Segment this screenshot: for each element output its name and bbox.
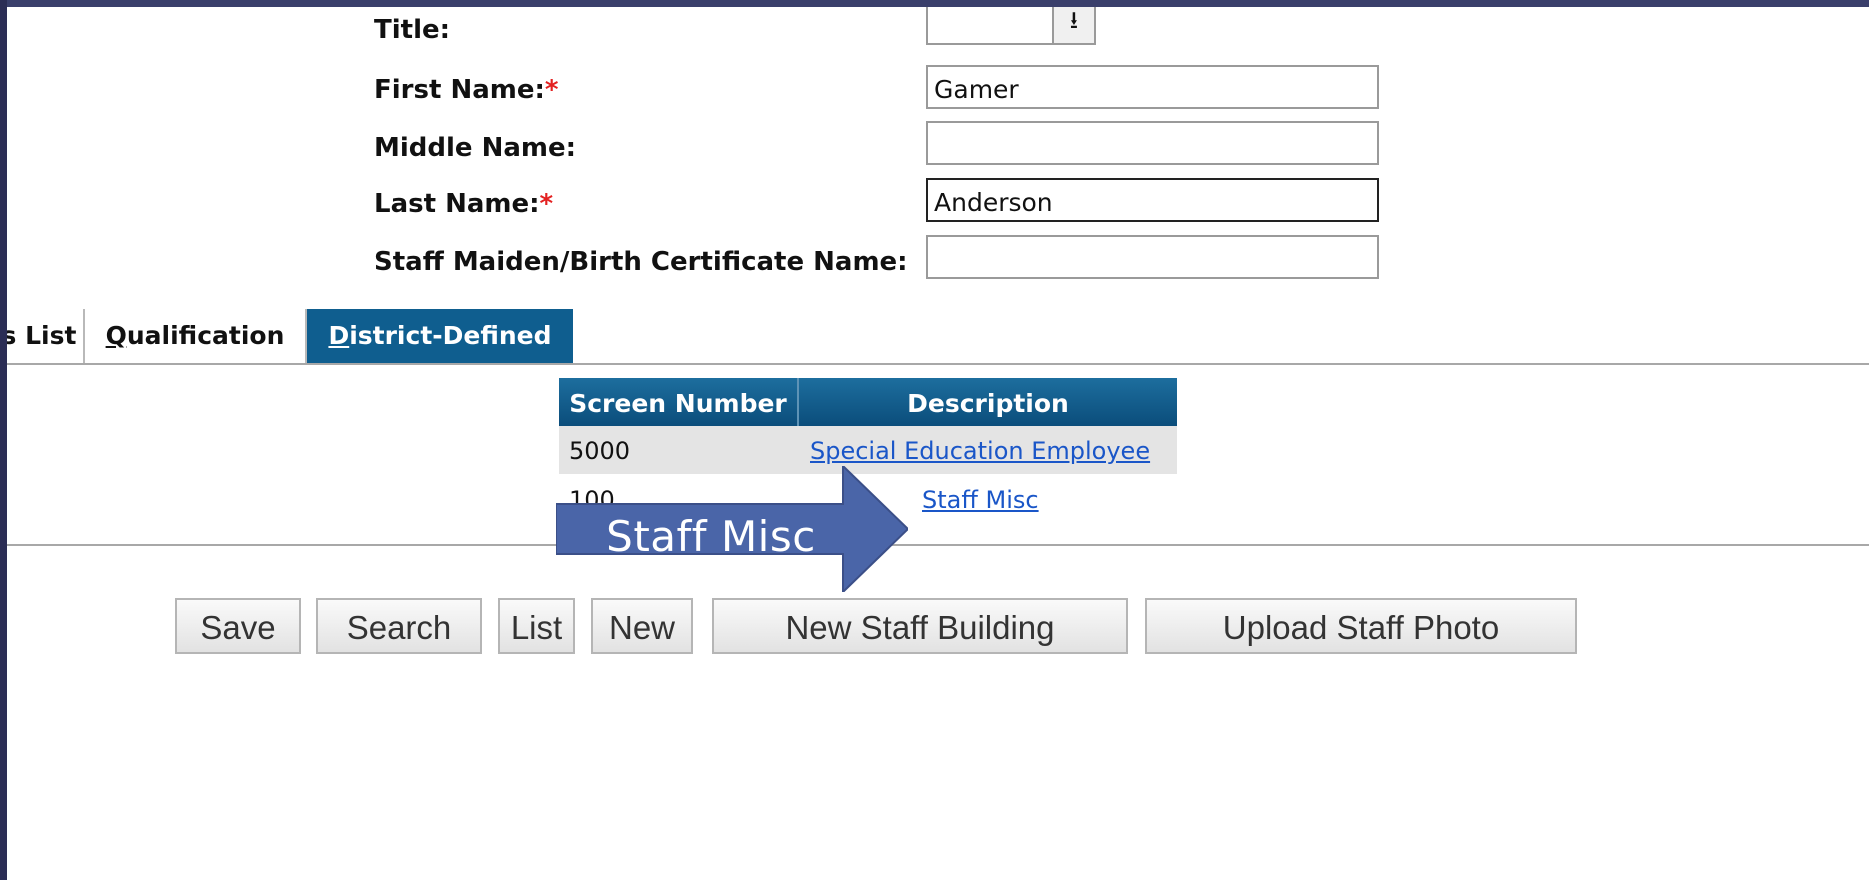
grid-header-screen-number[interactable]: Screen Number — [559, 378, 799, 426]
required-marker: * — [544, 75, 559, 105]
dropdown-arrow-icon[interactable]: ⭳ — [1052, 7, 1094, 43]
last-name-field[interactable]: Anderson — [926, 178, 1379, 222]
upload-staff-photo-button[interactable]: Upload Staff Photo — [1145, 598, 1577, 654]
last-name-label: Last Name:* — [374, 189, 554, 219]
screenshot-canvas: Title: First Name:* Middle Name: Last Na… — [7, 7, 1869, 880]
tab-qualification[interactable]: Qualification — [85, 309, 307, 363]
first-name-field[interactable]: Gamer — [926, 65, 1379, 109]
callout-label: Staff Misc — [606, 512, 816, 561]
title-select[interactable]: ⭳ — [926, 7, 1096, 45]
middle-name-label: Middle Name: — [374, 133, 577, 163]
search-button[interactable]: Search — [316, 598, 482, 654]
maiden-name-field[interactable] — [926, 235, 1379, 279]
middle-name-field[interactable] — [926, 121, 1379, 165]
save-button[interactable]: Save — [175, 598, 301, 654]
first-name-label: First Name:* — [374, 75, 559, 105]
new-button[interactable]: New — [591, 598, 693, 654]
table-link-description[interactable]: Special Education Employee — [810, 437, 1150, 465]
slide-top-border — [0, 0, 1869, 7]
tab-content-divider — [7, 363, 1869, 365]
section-divider — [7, 544, 1869, 546]
required-marker: * — [539, 189, 554, 219]
slide-left-border — [0, 0, 7, 880]
grid-header-description[interactable]: Description — [799, 378, 1177, 426]
tab-partial-list[interactable]: s List — [7, 309, 85, 363]
table-link-description[interactable]: Staff Misc — [922, 486, 1039, 514]
new-staff-building-button[interactable]: New Staff Building — [712, 598, 1128, 654]
maiden-name-label: Staff Maiden/Birth Certificate Name: — [374, 247, 908, 277]
tab-district-defined[interactable]: District-Defined — [307, 309, 573, 363]
list-button[interactable]: List — [498, 598, 575, 654]
table-cell-screen-number: 5000 — [569, 437, 631, 465]
title-label: Title: — [374, 15, 451, 45]
